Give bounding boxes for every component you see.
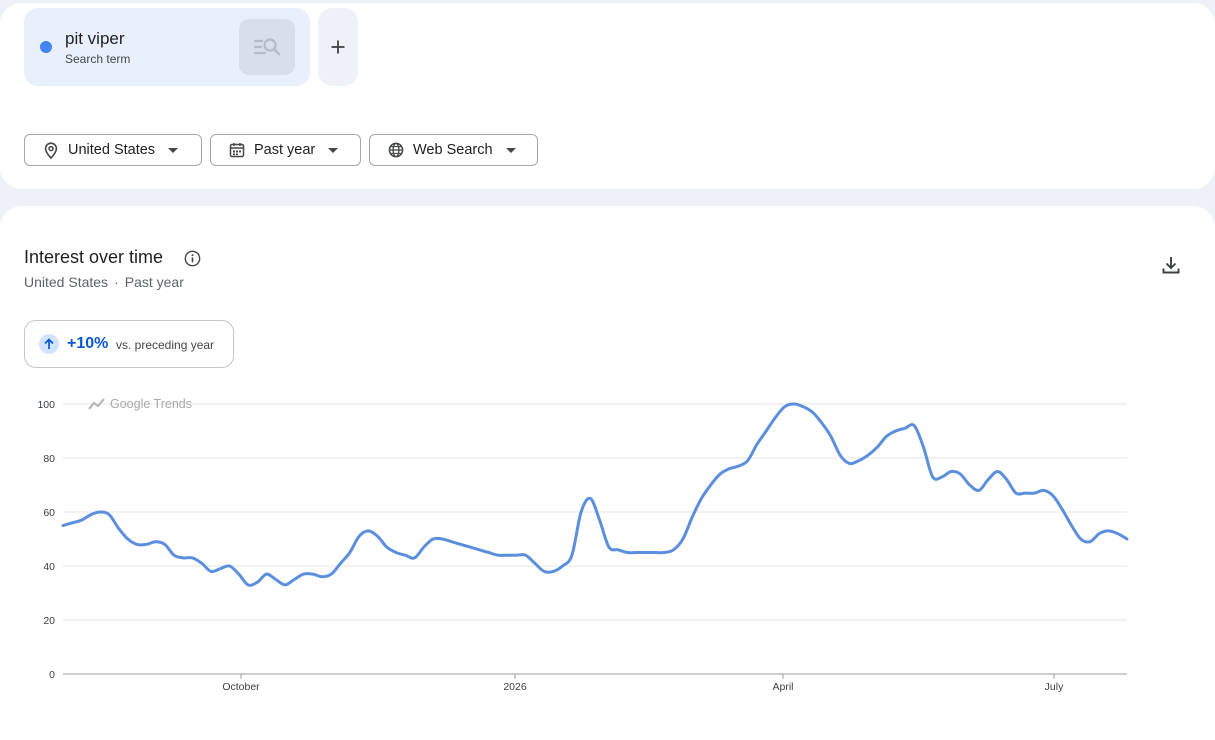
y-tick-label: 40 — [43, 561, 55, 573]
x-tick-label: 2026 — [503, 681, 527, 693]
interest-line-chart: Google Trends 0 20 40 60 80 100 October 2026 Apr… — [37, 397, 1129, 693]
y-tick-label: 20 — [43, 615, 55, 627]
x-tick-label: April — [772, 681, 793, 693]
y-tick-label: 100 — [37, 399, 55, 411]
y-tick-label: 0 — [49, 669, 55, 681]
x-tick-label: July — [1045, 681, 1064, 693]
x-tick-label: October — [222, 681, 260, 693]
y-tick-label: 80 — [43, 453, 55, 465]
series-line — [61, 402, 1129, 587]
watermark-text: Google Trends — [110, 397, 192, 411]
y-tick-label: 60 — [43, 507, 55, 519]
